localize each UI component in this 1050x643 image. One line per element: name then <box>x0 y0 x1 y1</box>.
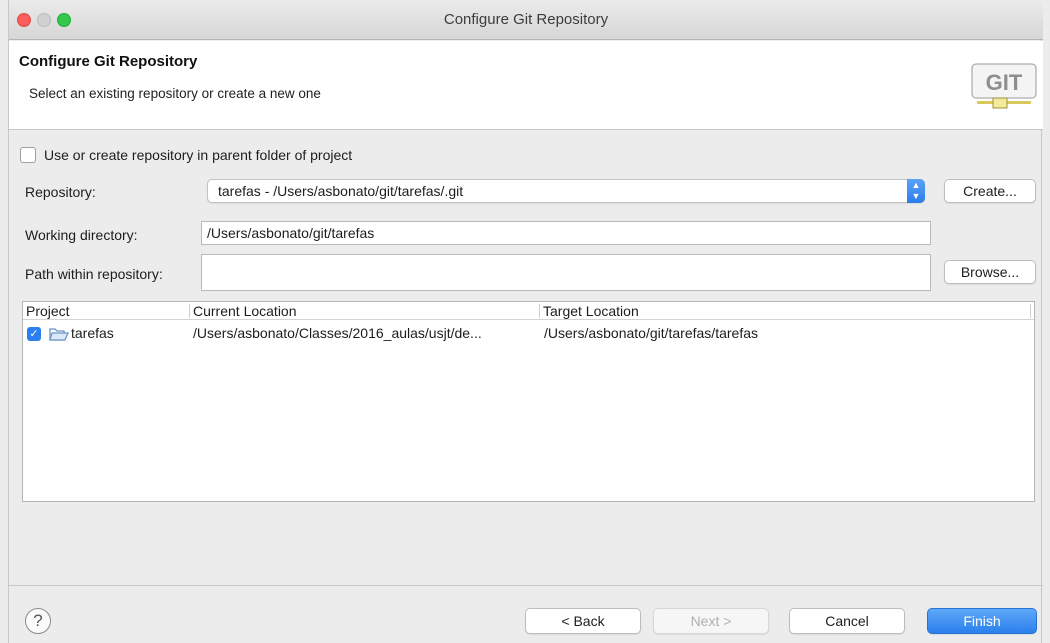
footer-divider <box>9 585 1043 586</box>
working-directory-label: Working directory: <box>25 227 138 243</box>
parent-folder-checkbox[interactable] <box>20 147 36 163</box>
create-button[interactable]: Create... <box>944 179 1036 203</box>
parent-folder-option[interactable]: Use or create repository in parent folde… <box>20 145 352 165</box>
table-header: Project Current Location Target Location <box>23 302 1034 320</box>
back-button[interactable]: < Back <box>525 608 641 634</box>
path-within-repository-label: Path within repository: <box>25 266 163 282</box>
current-location: /Users/asbonato/Classes/2016_aulas/usjt/… <box>193 325 482 341</box>
folder-icon <box>49 328 69 341</box>
project-row-checkbox[interactable]: ✓ <box>27 327 41 341</box>
select-arrows-icon: ▲ ▼ <box>907 179 925 203</box>
column-header-target-location[interactable]: Target Location <box>540 302 1030 320</box>
column-header-current-location[interactable]: Current Location <box>190 302 538 320</box>
form-area: Use or create repository in parent folde… <box>9 131 1043 586</box>
table-row[interactable]: ✓ tarefas /Users/asbonato/Classes/2016_a… <box>23 323 1034 345</box>
path-within-repository-field[interactable] <box>201 254 931 291</box>
browse-button[interactable]: Browse... <box>944 260 1036 284</box>
project-name: tarefas <box>71 325 114 341</box>
window-title: Configure Git Repository <box>443 11 609 28</box>
git-logo-text: GIT <box>986 70 1023 95</box>
help-button[interactable]: ? <box>25 608 51 634</box>
cancel-button[interactable]: Cancel <box>789 608 905 634</box>
banner-title: Configure Git Repository <box>19 53 198 70</box>
banner-subtitle: Select an existing repository or create … <box>29 86 321 101</box>
parent-folder-checkbox-label: Use or create repository in parent folde… <box>44 147 353 163</box>
git-logo-icon: GIT <box>971 63 1037 109</box>
repository-select-value: tarefas - /Users/asbonato/git/tarefas/.g… <box>218 183 464 199</box>
wizard-banner: Configure Git Repository Select an exist… <box>9 41 1043 130</box>
finish-button[interactable]: Finish <box>927 608 1037 634</box>
projects-table: Project Current Location Target Location… <box>22 301 1035 502</box>
repository-select[interactable]: tarefas - /Users/asbonato/git/tarefas/.g… <box>207 179 925 203</box>
dialog-window: Configure Git Repository Configure Git R… <box>8 0 1043 643</box>
next-button[interactable]: Next > <box>653 608 769 634</box>
target-location: /Users/asbonato/git/tarefas/tarefas <box>544 325 758 341</box>
column-header-project[interactable]: Project <box>23 302 189 320</box>
repository-label: Repository: <box>25 184 96 200</box>
title-bar: Configure Git Repository <box>9 0 1043 40</box>
working-directory-field[interactable]: /Users/asbonato/git/tarefas <box>201 221 931 245</box>
